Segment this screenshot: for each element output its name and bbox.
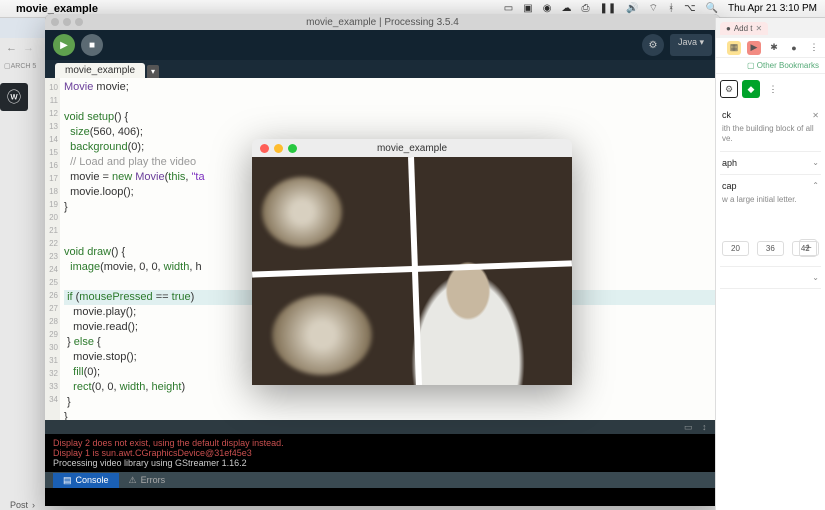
console-tab[interactable]: ▤ Console [53,473,119,488]
close-icon[interactable]: ✕ [812,111,819,120]
sketch-titlebar[interactable]: movie_example [252,139,572,157]
browser-toolbar: ▦ ▶ ✱ ● ⋮ [716,38,825,58]
chevron-right-icon: › [32,500,35,510]
video-content [272,295,372,375]
inspector-panel-typography: aph ⌄ [720,152,821,175]
cloud-icon[interactable]: ☁ [561,3,571,14]
console-toolbar: ▭ ↕ [45,420,720,434]
panel-title[interactable]: cap [722,181,737,191]
bluetooth-icon[interactable]: ᚼ [668,3,674,14]
stop-button[interactable]: ■ [81,34,103,56]
extensions-icon[interactable]: ✱ [767,41,781,55]
chevron-up-icon[interactable]: ⌃ [812,181,819,190]
jetpack-button[interactable]: ◆ [742,80,760,98]
pause-icon[interactable]: ❚❚ [599,3,616,14]
size-option[interactable]: 20 [722,241,749,256]
menu-icon[interactable]: ⋮ [807,41,821,55]
panel-help: ith the building block of all ve. [722,124,819,145]
bookmarks-folder[interactable]: ▢ Other Bookmarks [747,61,819,70]
run-button[interactable]: ▶ [53,34,75,56]
inspector-actions: ⚙ ◆ ⋮ [720,80,821,98]
window-controls[interactable] [51,18,83,26]
ide-title: movie_example | Processing 3.5.4 [306,17,459,28]
record-icon[interactable]: ◉ [543,3,552,14]
profile-icon[interactable]: ● [787,41,801,55]
control-center-icon[interactable]: ⌥ [684,3,696,14]
chevron-down-icon[interactable]: ⌄ [812,273,819,282]
forward-icon[interactable]: → [23,42,34,54]
printer-icon[interactable]: ⎙ [581,3,589,14]
bookmarks-bar: ▢ Other Bookmarks [716,58,825,74]
panel-title[interactable]: aph [722,158,737,168]
left-browser-peek: ← → ▢ ARCH 5 [0,18,45,78]
extension-icon[interactable]: ▶ [747,41,761,55]
sketch-tab-row: movie_example ▾ [45,60,720,78]
sketch-tab[interactable]: movie_example [55,63,145,78]
extension-icon[interactable]: ▦ [727,41,741,55]
browser-window-right: ● Add t ✕ ▦ ▶ ✱ ● ⋮ ▢ Other Bookmarks ⚙ … [715,18,825,510]
sketch-canvas[interactable] [252,157,572,385]
add-button[interactable]: ＋ [799,239,817,257]
speaker-icon[interactable]: 🔊 [626,3,638,14]
left-bookmark[interactable]: ▢ ARCH 5 [0,58,45,74]
size-option[interactable]: 36 [757,241,784,256]
console-panel: ▭ ↕ Display 2 does not exist, using the … [45,420,720,506]
console-tab-footer: ▤ Console ⚠ Errors [45,472,720,488]
spotlight-icon[interactable]: 🔍 [706,3,718,14]
menubar-clock[interactable]: Thu Apr 21 3:10 PM [728,3,817,14]
close-icon[interactable] [260,144,269,153]
video-content [262,177,342,247]
inspector-panel-collapsed: ⌄ [720,267,821,289]
video-icon[interactable]: ▭ [504,3,513,14]
wordpress-logo-icon[interactable]: ⓦ [0,83,28,111]
left-tabstrip [0,18,45,38]
debug-button[interactable]: ⚙ [642,34,664,56]
tab-dropdown-icon[interactable]: ▾ [147,65,159,78]
sketch-title-text: movie_example [377,143,447,154]
ide-toolbar: ▶ ■ ⚙ Java ▾ [45,30,720,60]
console-expand-icon[interactable]: ↕ [702,422,712,432]
settings-button[interactable]: ⚙ [720,80,738,98]
more-button[interactable]: ⋮ [764,80,782,98]
sketch-window[interactable]: movie_example [252,139,572,385]
menubar-app-name[interactable]: movie_example [16,3,98,15]
footer-post-link[interactable]: Post› [10,500,35,510]
errors-tab[interactable]: ⚠ Errors [119,473,176,488]
ide-titlebar[interactable]: movie_example | Processing 3.5.4 [45,14,720,30]
panel-title[interactable]: ck [722,110,731,120]
console-output[interactable]: Display 2 does not exist, using the defa… [45,434,720,472]
mode-selector[interactable]: Java ▾ [670,34,712,56]
panel-help: w a large initial letter. [722,195,819,205]
zoom-icon[interactable] [288,144,297,153]
browser-tab[interactable]: ● Add t ✕ [720,22,768,35]
minimize-icon[interactable] [274,144,283,153]
inspector-panel-dropcap: cap⌃ w a large initial letter. ＋ 20 36 4… [720,175,821,267]
inspector-panel-block: ck ✕ ith the building block of all ve. [720,104,821,152]
left-nav: ← → [0,38,45,58]
console-toggle-icon[interactable]: ▭ [684,422,694,432]
browser-tabstrip: ● Add t ✕ [716,18,825,38]
close-tab-icon[interactable]: ✕ [756,24,763,33]
chevron-down-icon[interactable]: ⌄ [812,158,819,167]
line-number-gutter: 1011121314151617181920212223242526272829… [45,78,60,420]
folder-icon[interactable]: ▣ [523,3,532,14]
back-icon[interactable]: ← [6,42,17,54]
inspector-content: ⚙ ◆ ⋮ ck ✕ ith the building block of all … [716,74,825,295]
